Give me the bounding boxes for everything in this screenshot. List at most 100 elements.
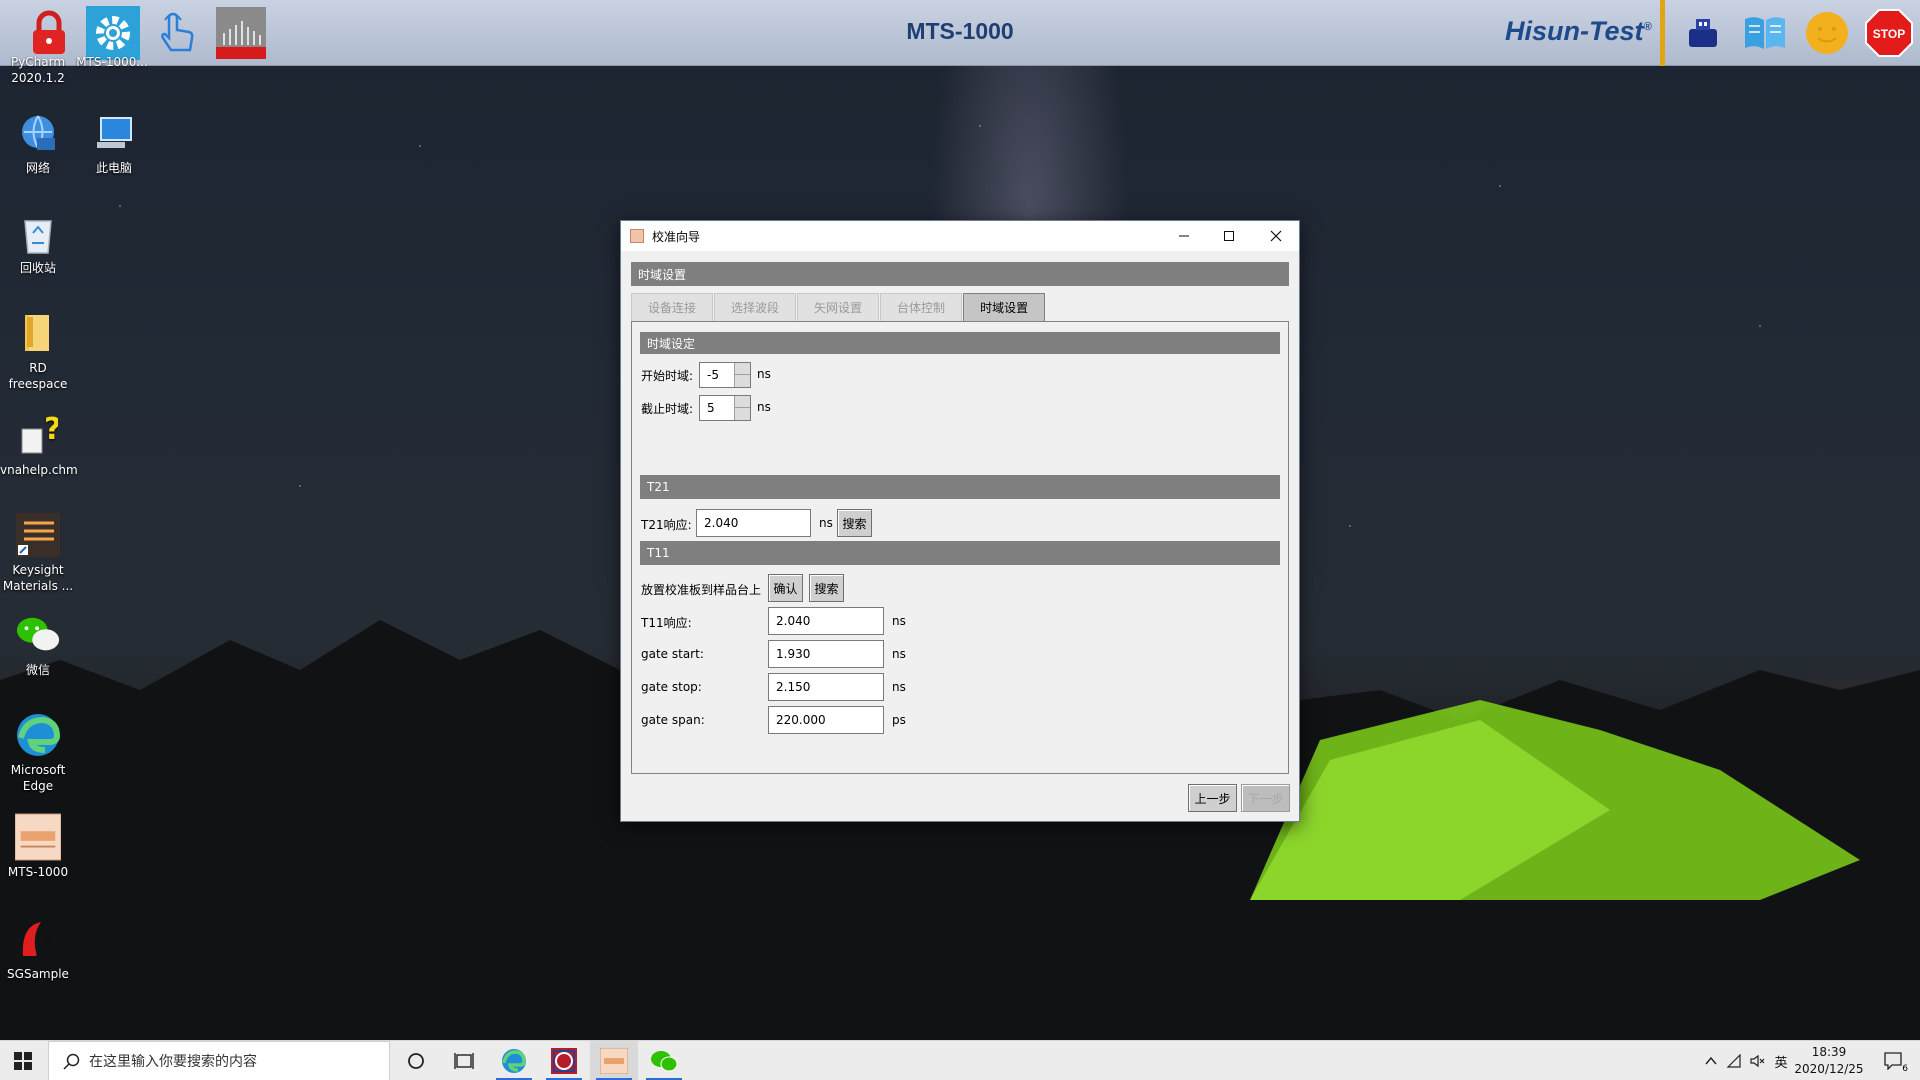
volume-button[interactable]: [1746, 1054, 1770, 1068]
cortana-button[interactable]: [392, 1041, 440, 1080]
taskbar-search-box[interactable]: 在这里输入你要搜索的内容: [48, 1041, 390, 1080]
desktop-label-network: 网络: [25, 161, 50, 175]
previous-step-button[interactable]: 上一步: [1188, 784, 1237, 812]
brand-logo: Hisun-Test®: [1505, 16, 1652, 47]
book-icon[interactable]: [1738, 6, 1792, 60]
stop-label: STOP: [1873, 27, 1905, 41]
taskbar-mts-1000[interactable]: [590, 1041, 638, 1080]
dialog-app-icon: [630, 229, 644, 243]
start-time-value: -5: [707, 368, 719, 382]
t21-response-field[interactable]: 2.040: [696, 509, 811, 537]
t21-search-button[interactable]: 搜索: [837, 509, 872, 537]
desktop-label-sgsample: SGSample: [7, 967, 69, 981]
tab-device-connection[interactable]: 设备连接: [631, 293, 714, 321]
t11-confirm-button[interactable]: 确认: [768, 574, 803, 602]
maximize-button[interactable]: [1206, 221, 1251, 251]
input-method-indicator[interactable]: 英: [1770, 1052, 1792, 1071]
place-board-label: 放置校准板到样品台上: [641, 583, 762, 597]
desktop-icon-recycle-bin[interactable]: 回收站: [0, 210, 76, 276]
desktop-icon-keysight[interactable]: Keysight Materials ...: [0, 512, 76, 594]
desktop-icon-edge[interactable]: Microsoft Edge: [0, 712, 76, 794]
desktop-icon-this-pc[interactable]: 此电脑: [76, 110, 152, 176]
brand-name: Hisun-Test: [1505, 16, 1644, 46]
desktop-label-pycharm-line2: 2020.1.2: [11, 71, 65, 85]
next-step-button[interactable]: 下一步: [1241, 784, 1290, 812]
desktop-icon-mts-1000[interactable]: MTS-1000: [0, 813, 76, 880]
time-domain-group-header: 时域设定: [640, 332, 1280, 354]
desktop-label-edge-line1: Microsoft: [10, 763, 66, 777]
desktop-label-keysight-line1: Keysight: [12, 563, 64, 577]
gate-start-unit: ns: [892, 647, 906, 661]
tab-stage-control[interactable]: 台体控制: [880, 293, 963, 321]
gate-span-field[interactable]: 220.000: [768, 706, 884, 734]
minimize-button[interactable]: [1161, 221, 1206, 251]
network-status-button[interactable]: [1722, 1054, 1746, 1068]
desktop-icon-wechat[interactable]: 微信: [0, 612, 76, 678]
close-button[interactable]: [1253, 221, 1298, 251]
topbar-separator: [1660, 0, 1665, 66]
desktop-icon-network[interactable]: 网络: [0, 110, 76, 176]
desktop-icon-vnahelp[interactable]: ? vnahelp.chm: [0, 412, 78, 478]
taskbar-clock[interactable]: 18:39 2020/12/25: [1790, 1044, 1868, 1078]
recycle-bin-icon: [15, 210, 61, 256]
time-domain-panel: 时域设定 开始时域: -5 ns 截止时域: 5 ns T21 T21响应: 2…: [631, 321, 1289, 774]
stop-time-spinner[interactable]: 5: [699, 395, 751, 421]
smiley-icon[interactable]: [1800, 6, 1854, 60]
gate-span-label: gate span:: [641, 713, 705, 727]
start-time-spinner[interactable]: -5: [699, 362, 751, 388]
stop-icon[interactable]: STOP: [1862, 6, 1916, 60]
clock-time: 18:39: [1811, 1045, 1847, 1059]
help-file-icon: ?: [15, 412, 61, 458]
computer-icon: [91, 110, 137, 156]
mts-app-icon: [600, 1048, 628, 1074]
wechat-icon: [15, 612, 61, 658]
gate-stop-unit: ns: [892, 680, 906, 694]
t21-unit: ns: [819, 516, 833, 530]
chevron-up-icon: [1705, 1056, 1717, 1065]
stop-time-value: 5: [707, 401, 715, 415]
wifi-icon: [1726, 1054, 1741, 1068]
keysight-icon: [15, 512, 61, 558]
keysight-icon: [551, 1048, 577, 1074]
edge-icon: [502, 1049, 526, 1073]
gate-stop-field[interactable]: 2.150: [768, 673, 884, 701]
desktop-label-this-pc: 此电脑: [95, 161, 132, 175]
notification-center-button[interactable]: 6: [1872, 1041, 1916, 1080]
notification-count-badge: 6: [1902, 1064, 1908, 1074]
start-button[interactable]: [0, 1041, 46, 1080]
calibration-wizard-dialog: 校准向导 时域设置 设备连接 选择波段 矢网设置 台体控制 时域设置 时域设定 …: [620, 220, 1300, 822]
taskbar-keysight[interactable]: [540, 1041, 588, 1080]
wizard-tabs: 设备连接 选择波段 矢网设置 台体控制 时域设置: [631, 293, 1046, 321]
cortana-icon: [408, 1053, 424, 1069]
tab-vna-settings[interactable]: 矢网设置: [797, 293, 880, 321]
t11-response-field[interactable]: 2.040: [768, 607, 884, 635]
desktop-icon-pycharm[interactable]: PyCharm 2020.1.2: [0, 54, 76, 86]
desktop-icon-mts-shortcut[interactable]: MTS-1000...: [74, 54, 150, 70]
tab-time-domain-settings[interactable]: 时域设置: [963, 293, 1046, 321]
wechat-icon: [651, 1051, 678, 1072]
stop-time-label: 截止时域:: [641, 402, 694, 416]
t11-search-button[interactable]: 搜索: [809, 574, 844, 602]
system-tray: 英: [1700, 1041, 1792, 1080]
taskbar-wechat[interactable]: [640, 1041, 688, 1080]
taskbar-edge[interactable]: [490, 1041, 538, 1080]
gate-start-field[interactable]: 1.930: [768, 640, 884, 668]
usb-device-icon[interactable]: [1676, 6, 1730, 60]
show-hidden-icons-button[interactable]: [1700, 1056, 1722, 1066]
desktop-icon-rd-freespace[interactable]: RD freespace: [0, 310, 76, 392]
desktop-label-mts-1000: MTS-1000: [7, 865, 69, 879]
desktop-label-pycharm-line1: PyCharm: [10, 55, 66, 69]
maximize-icon: [1223, 231, 1234, 241]
close-icon: [1270, 230, 1281, 242]
spinner-arrows-icon[interactable]: [734, 396, 750, 420]
desktop-label-rd-line1: RD: [29, 361, 47, 375]
t11-group-header: T11: [640, 541, 1280, 565]
sgsample-icon: [15, 916, 61, 962]
desktop-label-wechat: 微信: [25, 663, 50, 677]
dialog-title-bar[interactable]: 校准向导: [621, 221, 1299, 251]
tab-select-band[interactable]: 选择波段: [714, 293, 797, 321]
clock-date: 2020/12/25: [1794, 1062, 1864, 1076]
task-view-button[interactable]: [440, 1041, 488, 1080]
desktop-icon-sgsample[interactable]: SGSample: [0, 916, 76, 982]
spinner-arrows-icon[interactable]: [734, 363, 750, 387]
